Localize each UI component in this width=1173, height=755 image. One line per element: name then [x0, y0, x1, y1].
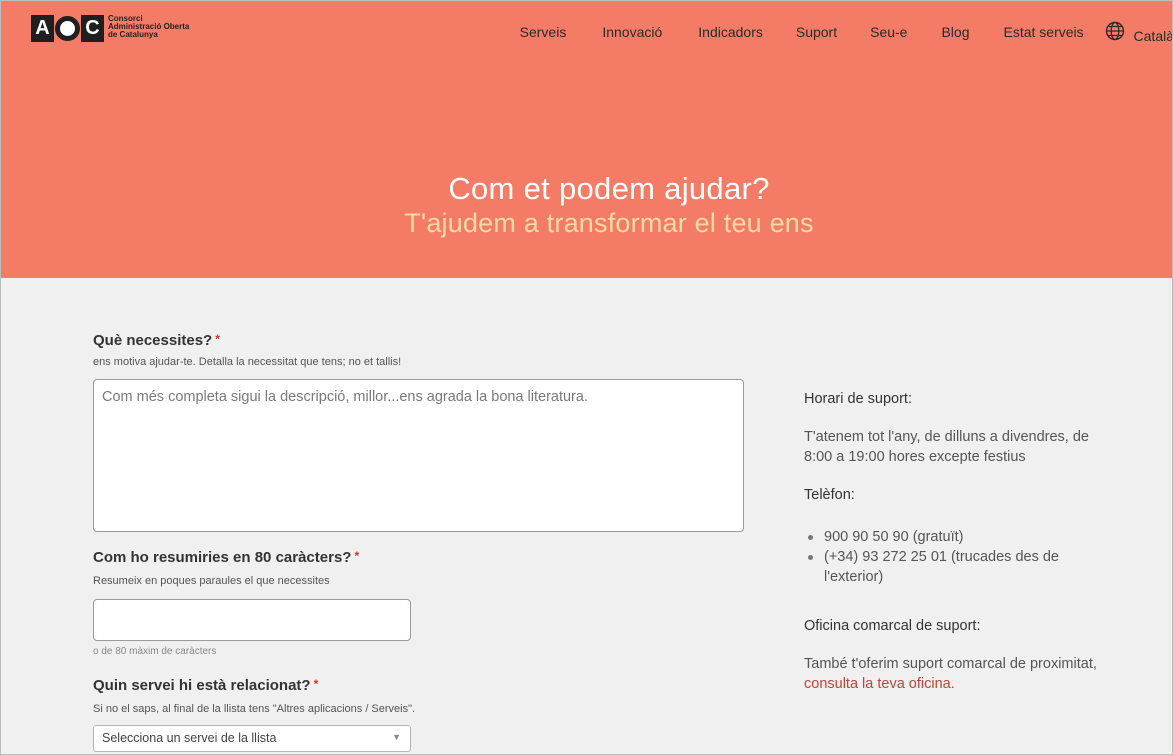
main-nav: Serveis Innovació Indicadors Suport Seu-… — [520, 21, 1173, 44]
nav-item-innovacio[interactable]: Innovació — [602, 24, 662, 40]
summary-label: Com ho resumiries en 80 caràcters? * — [93, 549, 359, 566]
nav-item-seu-e[interactable]: Seu-e — [870, 24, 907, 40]
required-marker: * — [313, 677, 319, 691]
summary-input[interactable] — [93, 599, 411, 641]
summary-help: Resumeix en poques paraules el que neces… — [93, 575, 330, 587]
service-help: Si no el saps, al final de la llista ten… — [93, 703, 416, 715]
hero-banner: A C Consorci Administració Oberta de Cat… — [1, 1, 1173, 278]
logo-letter-a: A — [31, 15, 54, 42]
service-select[interactable]: Selecciona un servei de la llista ▼ — [93, 725, 411, 752]
required-marker: * — [215, 332, 220, 346]
page-title: Com et podem ajudar? — [448, 171, 770, 206]
nav-item-indicadors[interactable]: Indicadors — [698, 24, 763, 40]
phone-list: 900 90 50 90 (gratuït) (+34) 93 272 25 0… — [804, 527, 1104, 587]
logo-mark: A C — [31, 15, 104, 42]
need-textarea[interactable] — [93, 379, 744, 532]
need-label-text: Què necessites? — [93, 332, 213, 349]
office-text-block: També t'oferim suport comarcal de proxim… — [804, 654, 1149, 694]
nav-item-serveis[interactable]: Serveis — [520, 24, 567, 40]
service-label-text: Quin servei hi està relacionat? — [93, 677, 311, 694]
chevron-down-icon: ▼ — [392, 732, 401, 742]
office-title: Oficina comarcal de suport: — [804, 618, 981, 634]
language-selector[interactable]: Català — [1105, 21, 1173, 44]
page-subtitle: T'ajudem a transformar el teu ens — [404, 208, 814, 238]
logo-circle — [55, 16, 80, 41]
service-select-value: Selecciona un servei de la llista — [102, 731, 277, 745]
logo-line-3: de Catalunya — [108, 30, 158, 39]
office-link[interactable]: consulta la teva oficina. — [804, 676, 955, 692]
language-label: Català — [1133, 27, 1173, 44]
service-label: Quin servei hi està relacionat? * — [93, 677, 318, 694]
phone-item: 900 90 50 90 (gratuït) — [804, 527, 1104, 547]
summary-char-counter: o de 80 màxim de caràcters — [93, 646, 217, 657]
nav-item-estat-serveis[interactable]: Estat serveis — [1004, 24, 1084, 40]
nav-item-suport[interactable]: Suport — [796, 24, 837, 40]
logo-letter-c: C — [81, 15, 104, 42]
need-help: ens motiva ajudar-te. Detalla la necessi… — [93, 356, 402, 368]
support-hours-title: Horari de suport: — [804, 391, 912, 407]
globe-icon — [1105, 21, 1124, 40]
aoc-logo[interactable]: A C Consorci Administració Oberta de Cat… — [31, 15, 189, 42]
phone-title: Telèfon: — [804, 487, 855, 503]
page: A C Consorci Administració Oberta de Cat… — [0, 0, 1173, 755]
support-hours-text: T'atenem tot l'any, de dilluns a divendr… — [804, 429, 1089, 465]
nav-item-blog[interactable]: Blog — [941, 24, 969, 40]
office-text: També t'oferim suport comarcal de proxim… — [804, 656, 1097, 672]
phone-item: (+34) 93 272 25 01 (trucades des de l'ex… — [804, 547, 1104, 587]
logo-text: Consorci Administració Oberta de Catalun… — [108, 15, 189, 39]
summary-label-text: Com ho resumiries en 80 caràcters? — [93, 549, 352, 566]
need-label: Què necessites? * — [93, 332, 220, 349]
required-marker: * — [354, 549, 360, 563]
